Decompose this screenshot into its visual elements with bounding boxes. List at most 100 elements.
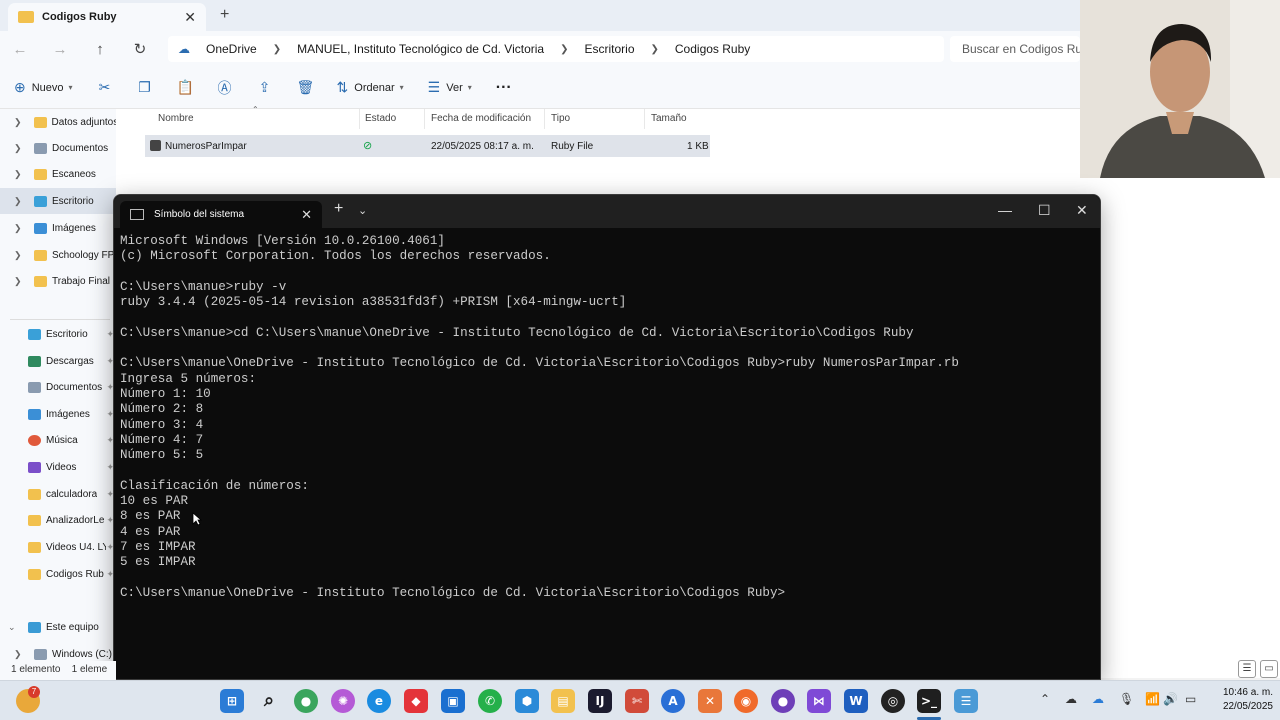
details-view-icon[interactable]: ☰ bbox=[1238, 660, 1256, 678]
close-tab-icon[interactable]: ✕ bbox=[184, 9, 196, 26]
word-icon[interactable]: W bbox=[844, 689, 868, 713]
chevron-right-icon[interactable]: ❯ bbox=[14, 196, 28, 207]
close-tab-icon[interactable]: ✕ bbox=[301, 207, 312, 223]
breadcrumb-onedrive[interactable]: OneDrive bbox=[206, 42, 257, 56]
quick-access-musica[interactable]: Música ✦ bbox=[0, 427, 116, 453]
tools-icon[interactable]: ✄ bbox=[625, 689, 649, 713]
sidebar-item-datos-adjuntos[interactable]: ❯ Datos adjuntos bbox=[0, 109, 116, 135]
file-row[interactable]: NumerosParImpar ⊘ 22/05/2025 08:17 a. m.… bbox=[145, 135, 710, 157]
github-icon[interactable]: ● bbox=[771, 689, 795, 713]
chevron-right-icon[interactable]: ❯ bbox=[14, 649, 28, 660]
more-options-button[interactable]: ··· bbox=[496, 79, 512, 97]
app-store-icon[interactable]: A bbox=[661, 689, 685, 713]
rename-icon[interactable]: Ⓐ bbox=[217, 78, 233, 98]
column-header-type[interactable]: Tipo bbox=[545, 109, 645, 129]
store-icon[interactable]: ▣ bbox=[441, 689, 465, 713]
chevron-right-icon[interactable]: ❯ bbox=[14, 276, 28, 287]
copilot-icon[interactable]: ✺ bbox=[331, 689, 355, 713]
search-input[interactable]: Buscar en Codigos Ruby bbox=[950, 36, 1080, 62]
shield-icon[interactable]: ⬢ bbox=[515, 689, 539, 713]
new-terminal-tab-button[interactable]: + bbox=[334, 200, 343, 218]
visual-studio-icon[interactable]: ⋈ bbox=[807, 689, 831, 713]
tiles-view-icon[interactable]: ▭ bbox=[1260, 660, 1278, 678]
terminal-tab[interactable]: Símbolo del sistema ✕ bbox=[120, 201, 322, 228]
onedrive-icon[interactable]: ☁ bbox=[1092, 692, 1104, 706]
share-icon[interactable]: ⇪ bbox=[257, 79, 273, 96]
paste-icon[interactable]: 📋 bbox=[177, 79, 194, 96]
chevron-right-icon[interactable]: ❯ bbox=[14, 223, 28, 234]
close-window-icon[interactable]: ✕ bbox=[1076, 202, 1088, 219]
quick-access-imagenes[interactable]: Imágenes ✦ bbox=[0, 401, 116, 427]
quick-access-videos[interactable]: Videos ✦ bbox=[0, 454, 116, 480]
wifi-icon[interactable]: 📶 bbox=[1145, 692, 1160, 706]
quick-access-descargas[interactable]: Descargas ✦ bbox=[0, 348, 116, 374]
sidebar-item-escaneos[interactable]: ❯ Escaneos bbox=[0, 161, 116, 187]
terminal-icon[interactable]: >_ bbox=[917, 689, 941, 713]
back-arrow-icon[interactable]: ← bbox=[0, 41, 40, 58]
quick-access-documentos[interactable]: Documentos ✦ bbox=[0, 374, 116, 400]
delete-icon[interactable]: 🗑 bbox=[297, 79, 315, 96]
view-button[interactable]: ☰ Ver ▾ bbox=[428, 79, 472, 96]
chrome-icon[interactable]: ● bbox=[294, 689, 318, 713]
new-button[interactable]: ⊕ Nuevo ▾ bbox=[14, 79, 73, 96]
system-clock[interactable]: 10:46 a. m. 22/05/2025 bbox=[1203, 686, 1273, 714]
start-button-icon[interactable]: ⊞ bbox=[220, 689, 244, 713]
chevron-right-icon[interactable]: ❯ bbox=[14, 169, 28, 180]
whatsapp-icon[interactable]: ✆ bbox=[478, 689, 502, 713]
firefox-icon[interactable]: ◉ bbox=[734, 689, 758, 713]
quick-access-analizador[interactable]: AnalizadorLe ✦ bbox=[0, 507, 116, 533]
column-header-modified[interactable]: Fecha de modificación bbox=[425, 109, 545, 129]
up-arrow-icon[interactable]: ↑ bbox=[80, 41, 120, 58]
breadcrumb-codigos-ruby[interactable]: Codigos Ruby bbox=[675, 42, 750, 56]
chevron-right-icon[interactable]: ❯ bbox=[14, 143, 28, 154]
breadcrumb-instituto[interactable]: MANUEL, Instituto Tecnológico de Cd. Vic… bbox=[297, 42, 544, 56]
column-header-status[interactable]: Estado bbox=[359, 109, 425, 129]
xampp-icon[interactable]: ✕ bbox=[698, 689, 722, 713]
sidebar-item-trabajo-final[interactable]: ❯ Trabajo Final bbox=[0, 268, 116, 294]
quick-access-calculadora[interactable]: calculadora ✦ bbox=[0, 481, 116, 507]
chevron-right-icon[interactable]: ❯ bbox=[14, 250, 28, 261]
sidebar-item-escritorio[interactable]: ❯ Escritorio bbox=[0, 188, 116, 214]
chevron-down-icon[interactable]: ⌄ bbox=[358, 204, 367, 217]
cut-icon[interactable]: ✂ bbox=[97, 79, 113, 96]
chevron-down-icon[interactable]: ⌄ bbox=[8, 622, 22, 633]
quick-access-videos-u4[interactable]: Videos U4. LY ✦ bbox=[0, 534, 116, 560]
quick-access-escritorio[interactable]: Escritorio ✦ bbox=[0, 321, 116, 347]
quick-access-label: Música bbox=[46, 434, 78, 446]
minimize-icon[interactable]: — bbox=[998, 202, 1012, 218]
maximize-icon[interactable]: ☐ bbox=[1038, 202, 1051, 219]
forward-arrow-icon[interactable]: → bbox=[40, 41, 80, 58]
column-header-name[interactable]: Nombre bbox=[152, 109, 360, 129]
copy-icon[interactable]: ❐ bbox=[137, 79, 153, 96]
sidebar-item-schoology[interactable]: ❯ Schoology FP bbox=[0, 242, 116, 268]
sidebar-item-imagenes[interactable]: ❯ Imágenes bbox=[0, 215, 116, 241]
breadcrumb[interactable]: ☁ OneDrive ❯ MANUEL, Instituto Tecnológi… bbox=[168, 36, 944, 62]
terminal-line: 10 es PAR bbox=[120, 494, 189, 509]
column-header-size[interactable]: Tamaño bbox=[645, 109, 711, 129]
chevron-right-icon[interactable]: ❯ bbox=[14, 117, 28, 128]
cloud-icon[interactable]: ☁ bbox=[1065, 692, 1077, 706]
terminal-output[interactable]: Microsoft Windows [Versión 10.0.26100.40… bbox=[120, 234, 1096, 674]
download-icon bbox=[28, 355, 41, 367]
sidebar-item-documentos[interactable]: ❯ Documentos bbox=[0, 135, 116, 161]
edge-icon[interactable]: e bbox=[367, 689, 391, 713]
new-tab-button[interactable]: + bbox=[220, 6, 229, 24]
chevron-up-icon[interactable]: ⌃ bbox=[1040, 692, 1050, 706]
quick-access-codigos-ruby[interactable]: Codigos Rub ✦ bbox=[0, 561, 116, 587]
microphone-icon[interactable]: 🎙 bbox=[1119, 692, 1134, 706]
intellij-icon[interactable]: IJ bbox=[588, 689, 612, 713]
breadcrumb-escritorio[interactable]: Escritorio bbox=[584, 42, 634, 56]
git-icon[interactable]: ◆ bbox=[404, 689, 428, 713]
refresh-icon[interactable]: ↻ bbox=[120, 40, 160, 58]
obs-icon[interactable]: ◎ bbox=[881, 689, 905, 713]
file-explorer-icon[interactable]: ▤ bbox=[551, 689, 575, 713]
battery-icon[interactable]: ▭ bbox=[1185, 692, 1196, 706]
explorer-tab[interactable]: Codigos Ruby ✕ bbox=[8, 3, 206, 31]
volume-icon[interactable]: 🔊 bbox=[1163, 692, 1178, 706]
sidebar-item-este-equipo[interactable]: ⌄ Este equipo bbox=[0, 614, 116, 640]
sort-button[interactable]: ⇅ Ordenar ▾ bbox=[337, 79, 404, 96]
notepad-icon[interactable]: ☰ bbox=[954, 689, 978, 713]
search-icon[interactable]: ⌕ bbox=[257, 689, 281, 713]
